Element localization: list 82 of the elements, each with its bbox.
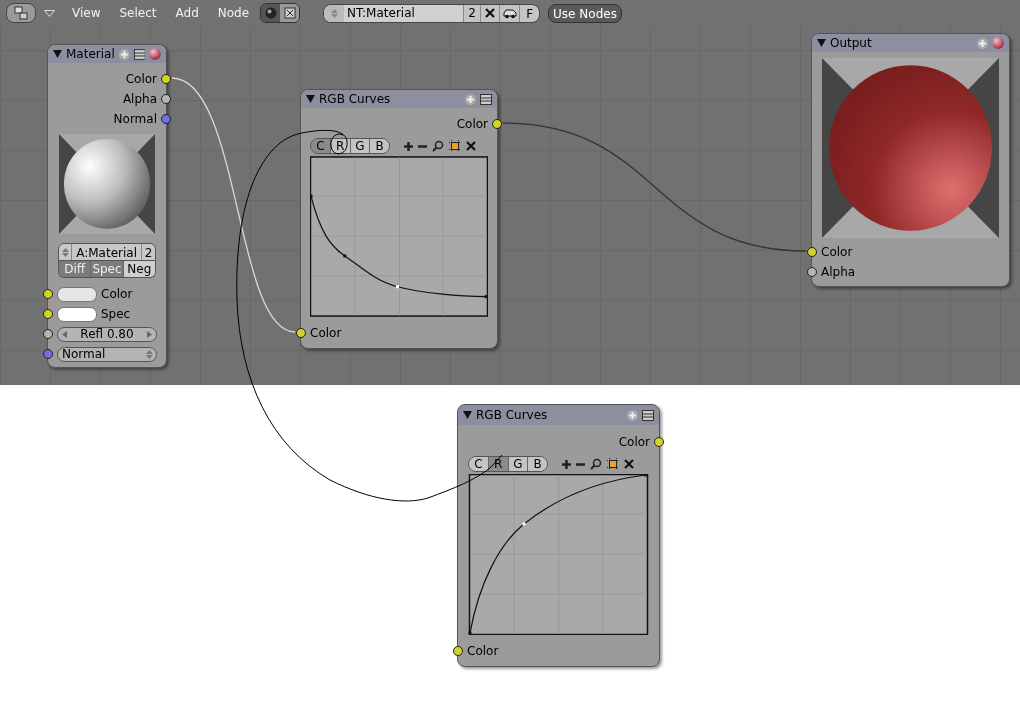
socket-label: Color [125, 71, 157, 88]
collapse-triangle-icon[interactable] [463, 411, 472, 419]
socket-icon[interactable] [43, 289, 53, 299]
dropdown-triangle-icon[interactable] [44, 9, 55, 17]
editor-type-button[interactable] [6, 3, 36, 23]
clipping-icon[interactable] [607, 458, 619, 470]
curve-graph[interactable] [310, 156, 488, 317]
menu-item[interactable]: View [72, 4, 101, 22]
socket-icon[interactable] [43, 309, 53, 319]
menu-item[interactable]: Node [217, 4, 250, 22]
zoom-icon[interactable] [432, 140, 444, 152]
socket-icon[interactable] [43, 329, 53, 339]
left-arrow-icon[interactable] [62, 330, 67, 338]
menu-icon[interactable] [480, 93, 492, 105]
zoom-icon[interactable] [590, 458, 602, 470]
node-header[interactable]: RGB Curves [458, 405, 659, 425]
collapse-triangle-icon[interactable] [53, 50, 62, 58]
node-header[interactable]: Material [48, 45, 166, 63]
node-header[interactable]: Output [812, 34, 1009, 52]
field-value: Refl 0.80 [80, 328, 134, 340]
node-title: RGB Curves [319, 91, 392, 108]
color-swatch[interactable] [57, 286, 97, 302]
plus-icon[interactable] [404, 141, 413, 151]
sphere-icon[interactable] [992, 37, 1004, 49]
channel-tab[interactable]: G [350, 139, 371, 153]
updown-arrows-icon[interactable] [59, 244, 73, 260]
socket-icon[interactable] [453, 646, 463, 656]
right-arrow-icon[interactable] [147, 330, 152, 338]
dropdown-value: Normal [62, 348, 106, 360]
material-selector[interactable]: A:Material 2 [58, 243, 156, 261]
channel-tab[interactable]: C [469, 457, 489, 471]
menu-icon[interactable] [133, 48, 146, 60]
socket-label: Color [310, 325, 342, 342]
user-count: 2 [143, 245, 154, 260]
sphere-icon[interactable] [149, 48, 161, 60]
socket-icon[interactable] [492, 119, 502, 129]
input-label: Spec [101, 306, 131, 323]
menu-icon[interactable] [642, 409, 654, 421]
socket-icon[interactable] [807, 247, 817, 257]
channel-tab[interactable]: C [311, 139, 331, 153]
material-name-field[interactable]: A:Material [72, 244, 142, 260]
plus-icon[interactable] [562, 459, 571, 469]
toggle-button[interactable]: Diff [59, 261, 92, 277]
socket-icon[interactable] [807, 267, 817, 277]
socket-label: Alpha [122, 91, 157, 108]
menu-item[interactable]: Select [119, 4, 157, 22]
minus-icon[interactable] [576, 462, 585, 466]
socket-label: Normal [113, 111, 157, 128]
clipping-icon[interactable] [449, 140, 461, 152]
number-field[interactable]: Refl 0.80 [57, 326, 157, 342]
channel-tab[interactable]: B [370, 139, 389, 153]
dropdown-menu[interactable]: Normal [57, 346, 157, 362]
socket-label: Color [456, 116, 488, 133]
input-label: Color [101, 286, 133, 303]
color-swatch[interactable] [57, 306, 97, 322]
channel-tab[interactable]: G [508, 457, 529, 471]
texture-type-icon[interactable] [280, 4, 300, 22]
toggle-button[interactable]: Neg [123, 261, 155, 277]
toggle-button[interactable]: Spec [91, 261, 124, 277]
node-header[interactable]: RGB Curves [301, 90, 497, 108]
socket-icon[interactable] [296, 328, 306, 338]
socket-label: Color [618, 434, 650, 451]
minus-icon[interactable] [418, 144, 427, 148]
socket-icon[interactable] [161, 94, 171, 104]
node-title: Output [830, 35, 873, 52]
socket-label: Color [821, 244, 853, 261]
node-title: Material [66, 46, 115, 63]
use-nodes-button[interactable]: Use Nodes [548, 3, 622, 23]
socket-icon[interactable] [654, 437, 664, 447]
curve-graph[interactable] [468, 474, 649, 635]
material-type-icon[interactable] [261, 4, 281, 22]
socket-label: Color [467, 643, 499, 660]
menu-item[interactable]: Add [175, 4, 199, 22]
socket-label: Alpha [821, 264, 856, 281]
node-editor-icon [14, 6, 28, 20]
node-title: RGB Curves [476, 407, 549, 424]
channel-tab[interactable]: B [528, 457, 547, 471]
collapse-triangle-icon[interactable] [817, 39, 826, 47]
close-icon[interactable] [466, 141, 476, 151]
socket-icon[interactable] [161, 74, 171, 84]
collapse-triangle-icon[interactable] [306, 95, 315, 103]
close-icon[interactable] [624, 459, 634, 469]
